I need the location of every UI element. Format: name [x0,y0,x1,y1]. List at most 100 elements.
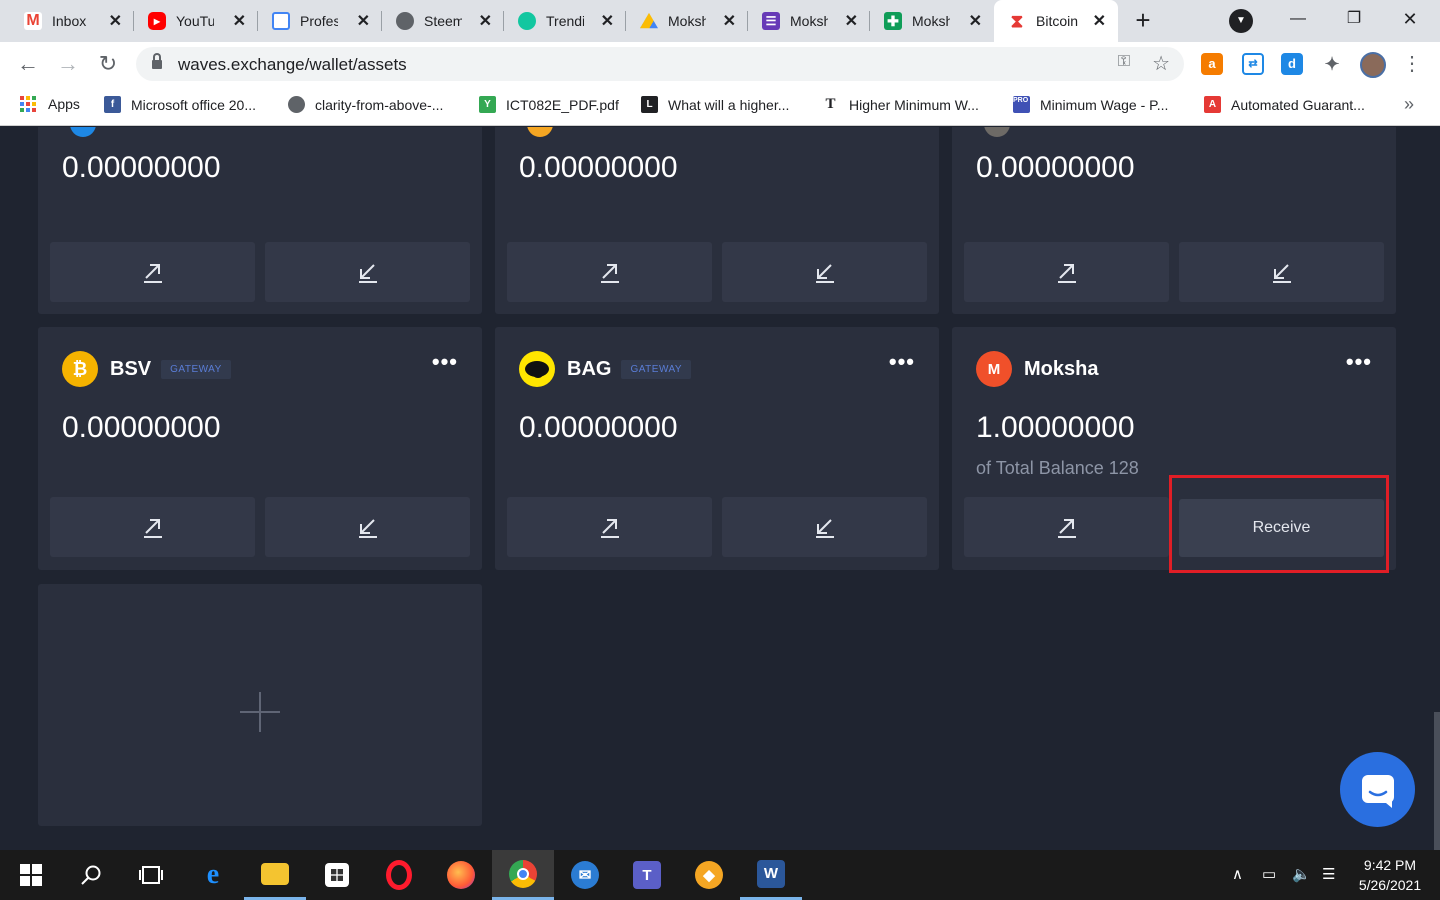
windows-taskbar: e ✉ T ◆ W ∧ ▭ 🔈 ☰ 9:42 PM 5/26/2021 [0,850,1440,900]
taskbar-store[interactable] [306,850,368,900]
send-button[interactable] [964,242,1169,302]
facebook-icon: f [104,96,121,113]
taskbar-opera[interactable] [368,850,430,900]
wallet-assets-page: 0.00000000 0.00000000 0.00000000 ₿ BSV G… [0,127,1440,850]
dict-extension-icon[interactable]: d [1281,53,1303,75]
send-button[interactable] [964,497,1169,557]
back-arrow-icon[interactable]: ← [14,50,42,78]
translate-extension-icon[interactable]: ⇄ [1242,53,1264,75]
bookmark-minimum-wage[interactable]: PRO CON Minimum Wage - P... [1013,96,1168,113]
network-icon[interactable]: ▭ [1262,865,1276,883]
tab-inbox[interactable]: M Inbox ( ✕ [10,0,134,42]
send-button[interactable] [50,242,255,302]
tab-profes[interactable]: Profes ✕ [258,0,382,42]
receive-arrow-icon [1272,264,1291,283]
tab-trending[interactable]: Trendi ✕ [504,0,626,42]
search-button[interactable] [60,850,122,900]
notifications-icon[interactable]: ☰ [1322,865,1335,883]
close-icon[interactable]: ✕ [109,11,122,31]
globe-icon [396,12,414,30]
task-view-icon [139,866,163,884]
plant-icon: Y [479,96,496,113]
brave-icon: ◆ [695,861,723,889]
tab-sheets[interactable]: ✚ Moksh ✕ [870,0,994,42]
taskbar-file-explorer[interactable] [244,850,306,900]
page-scrollbar[interactable] [1434,712,1440,850]
add-asset-card[interactable] [38,584,482,826]
taskbar-chrome[interactable] [492,850,554,900]
browser-menu-icon[interactable]: ⋮ [1402,52,1422,76]
key-icon[interactable]: ⚿ [1118,53,1130,71]
url-text[interactable]: waves.exchange/wallet/assets [178,55,407,75]
more-options-icon[interactable]: ••• [432,349,458,375]
receive-button[interactable] [722,242,927,302]
close-icon[interactable]: ✕ [601,11,614,31]
taskbar-mail[interactable]: ✉ [554,850,616,900]
forward-arrow-icon[interactable]: → [54,50,82,78]
tab-drive[interactable]: Moksh ✕ [626,0,748,42]
reload-icon[interactable]: ↻ [94,50,122,78]
bookmark-higher[interactable]: L What will a higher... [641,96,789,113]
taskbar-edge[interactable]: e [182,850,244,900]
taskbar-brave[interactable]: ◆ [678,850,740,900]
start-button[interactable] [0,850,62,900]
bookmarks-overflow-icon[interactable]: » [1404,94,1414,115]
close-icon[interactable]: ✕ [723,11,736,31]
tab-youtube[interactable]: ▶ YouTub ✕ [134,0,258,42]
send-button[interactable] [50,497,255,557]
close-icon[interactable]: ✕ [357,11,370,31]
bookmark-clarity[interactable]: clarity-from-above-... [288,96,443,113]
tray-overflow-icon[interactable]: ∧ [1232,865,1243,883]
bookmark-star-icon[interactable]: ☆ [1152,51,1170,76]
taskbar-teams[interactable]: T [616,850,678,900]
trending-icon [518,12,536,30]
send-button[interactable] [507,242,712,302]
system-clock[interactable]: 9:42 PM 5/26/2021 [1348,855,1432,895]
bookmark-microsoft-office[interactable]: f Microsoft office 20... [104,96,256,113]
send-arrow-icon [143,264,162,283]
tab-label: Trendi [546,13,584,29]
bookmark-higher-minimum[interactable]: T Higher Minimum W... [822,96,978,113]
close-icon[interactable]: ✕ [479,11,492,31]
sheets-icon: ✚ [884,12,902,30]
tab-search-icon[interactable]: ▼ [1229,9,1253,33]
tab-forms[interactable]: ☰ Moksh ✕ [748,0,870,42]
volume-icon[interactable]: 🔈 [1292,865,1311,883]
receive-button[interactable] [265,242,470,302]
moksha-token-icon: M [976,351,1012,387]
receive-button[interactable] [265,497,470,557]
send-arrow-icon [143,519,162,538]
tab-label: Moksh [668,13,706,29]
taskbar-firefox[interactable] [430,850,492,900]
forms-icon: ☰ [762,12,780,30]
profile-avatar[interactable] [1360,52,1386,78]
address-bar[interactable]: waves.exchange/wallet/assets ⚿ ☆ [136,47,1184,81]
receive-button[interactable] [1179,242,1384,302]
task-view-button[interactable] [120,850,182,900]
more-options-icon[interactable]: ••• [889,349,915,375]
more-options-icon[interactable]: ••• [1346,349,1372,375]
tab-label: Moksh [912,13,950,29]
doc-icon [272,12,290,30]
bookmark-automated[interactable]: A Automated Guarant... [1204,96,1365,113]
minimize-button[interactable]: — [1278,4,1318,34]
folder-icon [261,862,289,885]
tab-steem[interactable]: Steem ✕ [382,0,504,42]
window-close-button[interactable]: ✕ [1390,4,1430,34]
shopping-extension-icon[interactable]: a [1201,53,1223,75]
bag-token-icon [519,351,555,387]
new-tab-button[interactable]: + [1128,6,1158,36]
receive-button[interactable] [722,497,927,557]
close-icon[interactable]: ✕ [969,11,982,31]
send-button[interactable] [507,497,712,557]
close-icon[interactable]: ✕ [233,11,246,31]
puzzle-extensions-icon[interactable]: ✦ [1321,53,1343,75]
bookmark-apps[interactable]: Apps [20,96,80,112]
tab-bitcoin-active[interactable]: ⧗ Bitcoin ✕ [994,0,1118,42]
taskbar-word[interactable]: W [740,850,802,900]
close-icon[interactable]: ✕ [1093,11,1106,31]
maximize-button[interactable]: ❐ [1334,4,1374,34]
support-chat-button[interactable] [1340,752,1415,827]
close-icon[interactable]: ✕ [845,11,858,31]
bookmark-ict082e[interactable]: Y ICT082E_PDF.pdf [479,96,619,113]
